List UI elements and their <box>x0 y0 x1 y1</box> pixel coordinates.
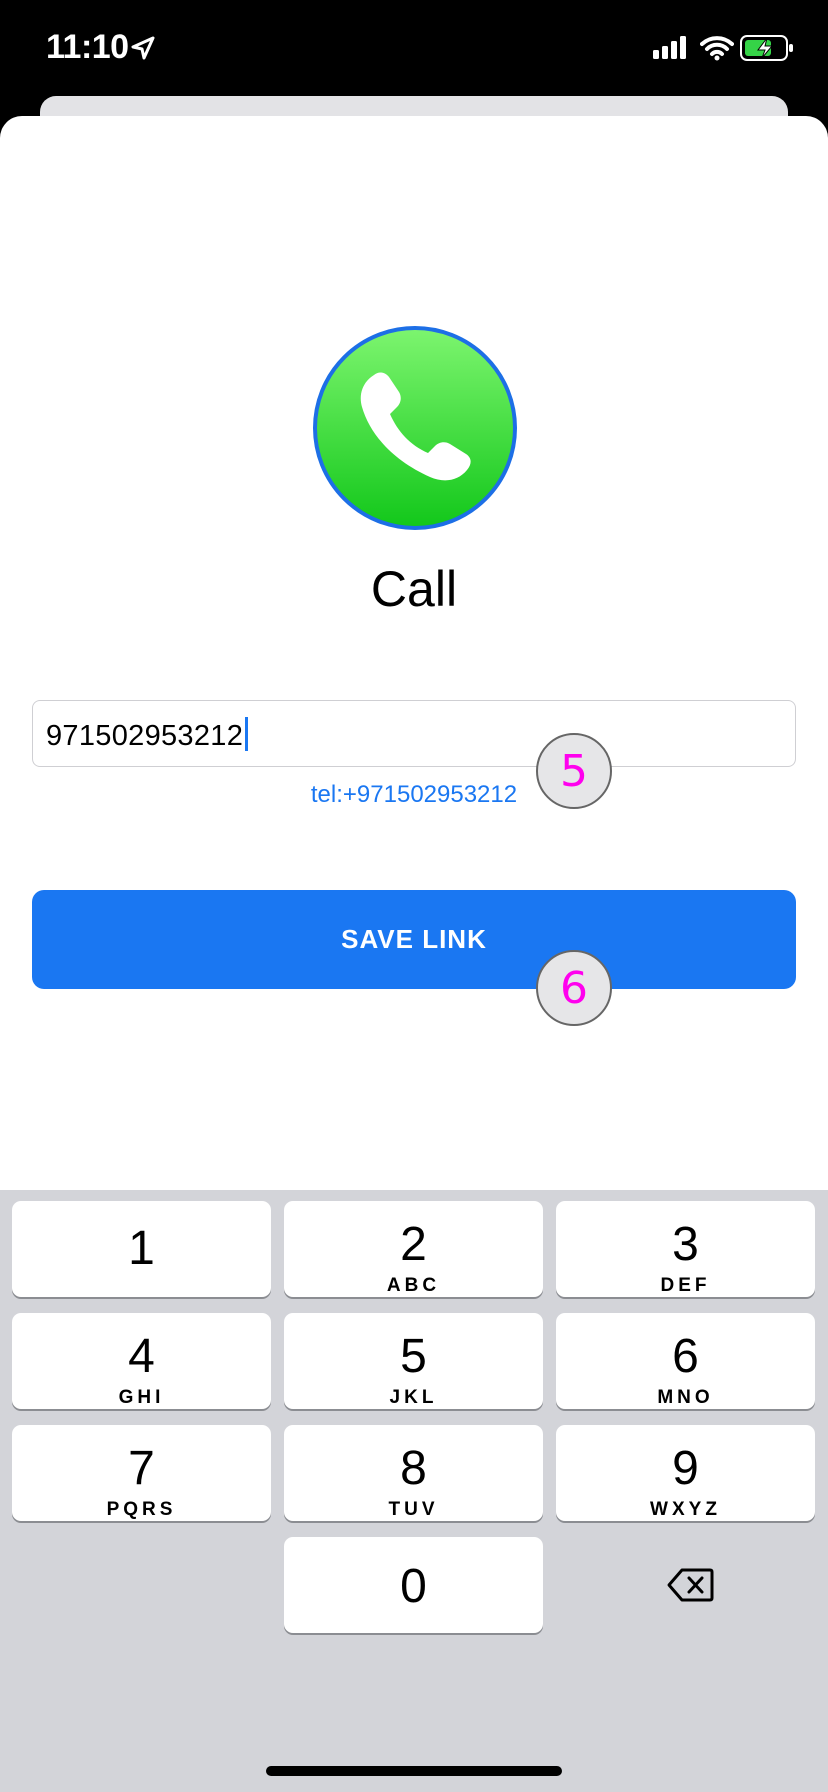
key-5[interactable]: 5 JKL <box>284 1313 543 1409</box>
phone-number-input[interactable]: 971502953212 <box>32 700 796 767</box>
key-2[interactable]: 2 ABC <box>284 1201 543 1297</box>
text-cursor <box>245 717 249 751</box>
key-letters: JKL <box>389 1387 438 1408</box>
step-marker-5: 5 <box>536 733 612 809</box>
app-title: Call <box>370 561 458 617</box>
key-8[interactable]: 8 TUV <box>284 1425 543 1521</box>
key-letters: PQRS <box>106 1499 177 1520</box>
phone-handset-icon <box>312 325 518 531</box>
call-link-sheet <box>0 116 828 1192</box>
key-letters: ABC <box>386 1275 441 1296</box>
home-indicator[interactable] <box>266 1766 562 1776</box>
key-letters: TUV <box>388 1499 439 1520</box>
key-9[interactable]: 9 WXYZ <box>556 1425 815 1521</box>
key-letters: DEF <box>660 1275 711 1296</box>
key-digit: 9 <box>672 1442 699 1495</box>
key-digit: 5 <box>400 1330 427 1383</box>
key-letters: MNO <box>657 1387 714 1408</box>
save-link-button[interactable]: SAVE LINK <box>32 890 796 989</box>
key-letters: WXYZ <box>650 1499 721 1520</box>
key-digit: 4 <box>128 1330 155 1383</box>
backspace-icon <box>667 1568 714 1602</box>
status-bar: 11:10 <box>0 0 828 96</box>
key-digit: 8 <box>400 1442 427 1495</box>
wifi-icon <box>700 35 734 66</box>
key-digit: 1 <box>128 1222 155 1275</box>
key-digit: 7 <box>128 1442 155 1495</box>
key-4[interactable]: 4 GHI <box>12 1313 271 1409</box>
key-6[interactable]: 6 MNO <box>556 1313 815 1409</box>
key-digit: 2 <box>400 1218 427 1271</box>
key-letters: GHI <box>118 1387 165 1408</box>
step-marker-6: 6 <box>536 950 612 1026</box>
key-digit: 3 <box>672 1218 699 1271</box>
status-time: 11:10 <box>46 28 129 66</box>
key-1[interactable]: 1 <box>12 1201 271 1297</box>
battery-charging-icon <box>740 34 794 67</box>
key-3[interactable]: 3 DEF <box>556 1201 815 1297</box>
key-0[interactable]: 0 <box>284 1537 543 1633</box>
key-digit: 6 <box>672 1330 699 1383</box>
tel-link-preview: tel:+971502953212 <box>310 781 518 808</box>
key-7[interactable]: 7 PQRS <box>12 1425 271 1521</box>
delete-key[interactable] <box>556 1537 815 1633</box>
phone-number-value: 971502953212 <box>46 717 249 753</box>
key-digit: 0 <box>400 1560 427 1613</box>
location-arrow-icon <box>130 36 156 67</box>
cellular-signal-icon <box>652 36 690 65</box>
